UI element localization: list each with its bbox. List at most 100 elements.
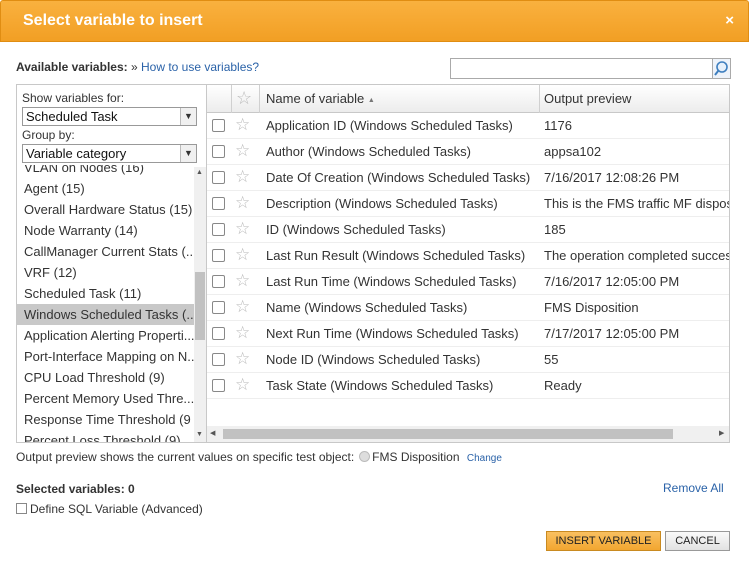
sql-variable-label: Define SQL Variable (Advanced) [30,502,203,516]
scroll-left-icon[interactable]: ◀ [210,429,215,437]
scroll-down-icon[interactable]: ▼ [196,431,203,438]
row-checkbox[interactable] [212,223,225,236]
star-icon[interactable]: ☆ [235,272,250,290]
grid-scroll-thumb[interactable] [223,429,673,439]
star-icon[interactable]: ☆ [235,324,250,342]
row-checkbox[interactable] [212,171,225,184]
dialog-titlebar: Select variable to insert × [0,0,749,42]
chevrons-icon: » [130,60,138,74]
search-input[interactable] [450,58,713,79]
variable-name: ID (Windows Scheduled Tasks) [266,222,446,237]
star-icon: ☆ [236,88,253,108]
table-row[interactable]: ☆ Last Run Time (Windows Scheduled Tasks)… [207,269,729,295]
grid-horizontal-scrollbar[interactable]: ◀ ▶ [207,426,729,442]
category-list-inner: VLAN on Nodes (16) Agent (15) Overall Hard… [17,165,194,442]
star-icon[interactable]: ☆ [235,246,250,264]
category-item[interactable]: Response Time Threshold (9 [17,409,194,430]
category-item[interactable]: Agent (15) [17,178,194,199]
chevron-down-icon: ▼ [180,108,196,125]
table-row[interactable]: ☆ Date Of Creation (Windows Scheduled Tas… [207,165,729,191]
test-object-name: FMS Disposition [372,450,460,464]
category-scrollbar[interactable]: ▲ ▼ [194,167,206,442]
output-preview: The operation completed successfully. [544,248,729,263]
star-icon[interactable]: ☆ [235,194,250,212]
row-checkbox[interactable] [212,379,225,392]
scroll-right-icon[interactable]: ▶ [719,429,724,437]
table-row[interactable]: ☆ Task State (Windows Scheduled Tasks) Rea… [207,373,729,399]
sql-variable-option[interactable]: Define SQL Variable (Advanced) [16,502,203,516]
row-checkbox[interactable] [212,249,225,262]
cancel-button[interactable]: CANCEL [665,531,730,551]
table-row[interactable]: ☆ Application ID (Windows Scheduled Tasks… [207,113,729,139]
available-variables-header: Available variables: » How to use variab… [16,60,259,74]
star-icon[interactable]: ☆ [235,142,250,160]
row-checkbox[interactable] [212,145,225,158]
star-icon[interactable]: ☆ [235,220,250,238]
category-item[interactable]: Percent Loss Threshold (9) [17,430,194,442]
variable-name: Last Run Time (Windows Scheduled Tasks) [266,274,517,289]
category-item[interactable]: VLAN on Nodes (16) [17,165,194,178]
selected-variables-count: Selected variables: 0 [16,482,135,496]
category-item[interactable]: Overall Hardware Status (15) [17,199,194,220]
category-item[interactable]: CPU Load Threshold (9) [17,367,194,388]
output-preview: This is the FMS traffic MF disposition [544,196,729,211]
remove-all-link[interactable]: Remove All [663,481,724,495]
category-item[interactable]: Windows Scheduled Tasks (... [17,304,194,325]
star-icon[interactable]: ☆ [235,168,250,186]
row-checkbox[interactable] [212,197,225,210]
variable-name: Last Run Result (Windows Scheduled Tasks… [266,248,526,263]
star-icon[interactable]: ☆ [235,350,250,368]
close-icon[interactable]: × [725,12,734,29]
table-row[interactable]: ☆ Description (Windows Scheduled Tasks) Th… [207,191,729,217]
help-link[interactable]: How to use variables? [141,60,259,74]
variable-name: Name (Windows Scheduled Tasks) [266,300,468,315]
variables-grid: ☆ Name of variable ▲ Output preview ☆ App… [206,84,730,443]
insert-variable-button[interactable]: INSERT VARIABLE [546,531,661,551]
variable-name: Task State (Windows Scheduled Tasks) [266,378,494,393]
grid-header: ☆ Name of variable ▲ Output preview [207,85,729,113]
category-item[interactable]: VRF (12) [17,262,194,283]
output-preview: 185 [544,222,566,237]
star-icon[interactable]: ☆ [235,376,250,394]
category-list: VLAN on Nodes (16) Agent (15) Overall Hard… [17,165,194,442]
row-checkbox[interactable] [212,275,225,288]
category-item[interactable]: CallManager Current Stats (... [17,241,194,262]
variable-name: Next Run Time (Windows Scheduled Tasks) [266,326,519,341]
output-preview: 7/17/2017 12:05:00 PM [544,326,680,341]
star-icon[interactable]: ☆ [235,116,250,134]
preview-note-text: Output preview shows the current values … [16,450,355,464]
column-header-name[interactable]: Name of variable ▲ [260,85,540,113]
table-row[interactable]: ☆ Node ID (Windows Scheduled Tasks) 55 [207,347,729,373]
sql-variable-checkbox[interactable] [16,503,27,514]
category-item[interactable]: Percent Memory Used Thre... [17,388,194,409]
scroll-up-icon[interactable]: ▲ [196,169,203,176]
table-row[interactable]: ☆ ID (Windows Scheduled Tasks) 185 [207,217,729,243]
test-object-icon [359,451,371,462]
group-by-select[interactable]: Variable category ▼ [22,144,197,163]
category-item[interactable]: Node Warranty (14) [17,220,194,241]
star-icon[interactable]: ☆ [235,298,250,316]
table-row[interactable]: ☆ Next Run Time (Windows Scheduled Tasks)… [207,321,729,347]
category-item[interactable]: Port-Interface Mapping on N... [17,346,194,367]
column-header-output[interactable]: Output preview [540,85,729,113]
dialog-title: Select variable to insert [23,12,203,29]
category-item[interactable]: Scheduled Task (11) [17,283,194,304]
header-star-column[interactable]: ☆ [232,85,260,113]
search-button[interactable] [712,58,731,79]
show-for-select[interactable]: Scheduled Task ▼ [22,107,197,126]
row-checkbox[interactable] [212,327,225,340]
table-row[interactable]: ☆ Last Run Result (Windows Scheduled Task… [207,243,729,269]
change-link[interactable]: Change [467,453,502,464]
category-item[interactable]: Application Alerting Properti... [17,325,194,346]
category-scroll-thumb[interactable] [195,272,205,340]
output-preview: Ready [544,378,582,393]
header-checkbox-column [207,85,232,113]
variable-name: Author (Windows Scheduled Tasks) [266,144,471,159]
show-for-label: Show variables for: [22,91,125,105]
table-row[interactable]: ☆ Name (Windows Scheduled Tasks) FMS Dispo… [207,295,729,321]
group-by-value: Variable category [26,146,127,161]
row-checkbox[interactable] [212,353,225,366]
row-checkbox[interactable] [212,119,225,132]
row-checkbox[interactable] [212,301,225,314]
table-row[interactable]: ☆ Author (Windows Scheduled Tasks) appsa10… [207,139,729,165]
